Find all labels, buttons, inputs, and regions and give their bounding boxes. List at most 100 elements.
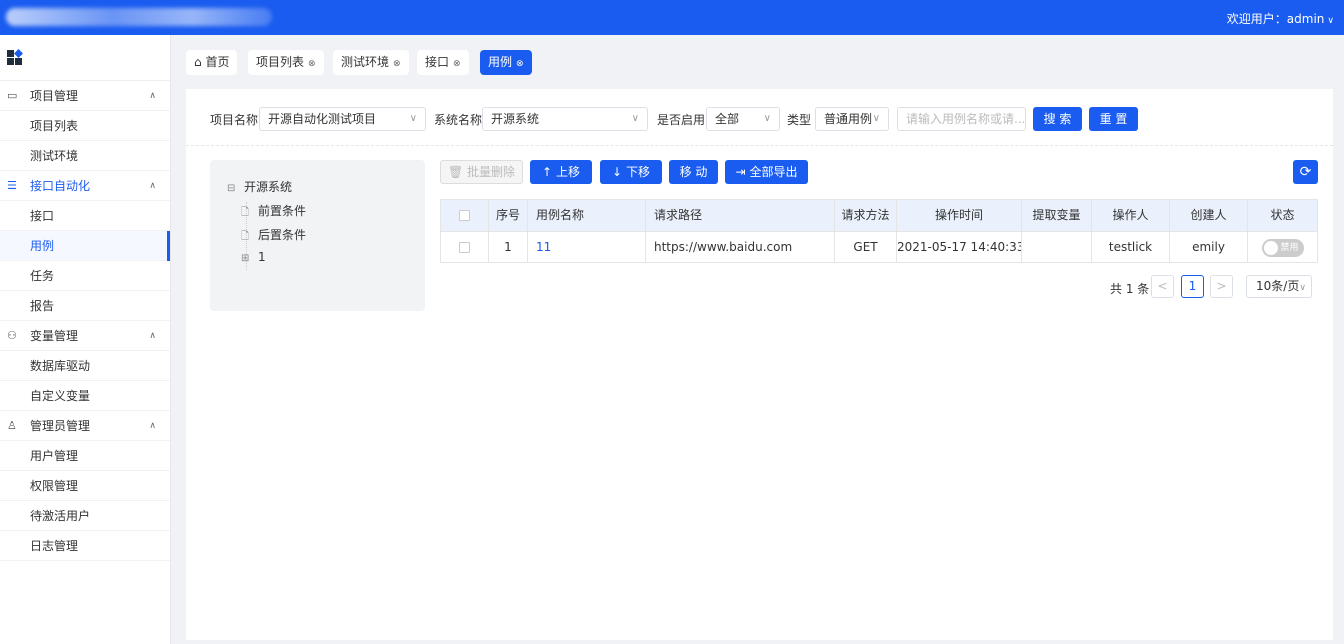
tab-api[interactable]: 接口 ⊗ [417,50,469,75]
export-all-button[interactable]: ⇥ 全部导出 [725,160,808,184]
row-checkbox-cell [441,232,489,262]
sidebar-item-permission[interactable]: 权限管理 [0,471,170,501]
move-up-button[interactable]: ↑ 上移 [530,160,592,184]
sidebar-item-db-driver[interactable]: 数据库驱动 [0,351,170,381]
close-icon[interactable]: ⊗ [393,59,401,69]
sidebar-group-variables[interactable]: ⚇ 变量管理 ∧ [0,321,170,351]
sidebar-item-test-env[interactable]: 测试环境 [0,141,170,171]
close-icon[interactable]: ⊗ [516,59,524,69]
pagination-total: 共 1 条 [1110,282,1150,296]
user-icon: ♙ [7,419,17,432]
chevron-down-icon: ∨ [409,113,417,124]
table-header: 序号 用例名称 请求路径 请求方法 操作时间 提取变量 操作人 创建人 状态 [441,200,1317,231]
type-select[interactable]: 普通用例 ∨ [815,107,889,131]
project-select[interactable]: 开源自动化测试项目 ∨ [259,107,426,131]
cell-index: 1 [489,232,528,262]
next-page-button[interactable]: > [1210,275,1233,298]
sidebar-item-project-list[interactable]: 项目列表 [0,111,170,141]
case-table: 序号 用例名称 请求路径 请求方法 操作时间 提取变量 操作人 创建人 状态 1… [440,199,1318,263]
sidebar-item-task[interactable]: 任务 [0,261,170,291]
header-checkbox-cell [441,200,489,231]
tab-case[interactable]: 用例 ⊗ [480,50,532,75]
tree-node-postcondition[interactable]: 🗋 后置条件 [241,226,306,246]
close-icon[interactable]: ⊗ [453,59,461,69]
page-size-select[interactable]: 10条/页∨ [1246,275,1312,298]
close-icon[interactable]: ⊗ [308,59,316,69]
tree-node-root[interactable]: ⊟ 开源系统 [227,178,292,195]
enabled-label: 是否启用 [657,113,706,127]
search-input[interactable]: 请输入用例名称或请... [897,107,1026,131]
user-label: 欢迎用户：admin [1226,12,1325,26]
batch-delete-button[interactable]: 🗑 批量删除 [440,160,523,184]
sidebar-item-report[interactable]: 报告 [0,291,170,321]
refresh-icon: ⟳ [1299,164,1312,180]
file-icon: 🗋 [241,207,250,218]
system-tree: ⊟ 开源系统 🗋 前置条件 🗋 后置条件 ⊞ 1 [210,160,425,311]
sidebar-item-case[interactable]: 用例 [0,231,170,261]
cell-time: 2021-05-17 14:40:33 [897,232,1022,262]
sidebar-item-user-mgmt[interactable]: 用户管理 [0,441,170,471]
tree-node-precondition[interactable]: 🗋 前置条件 [241,202,306,222]
enabled-select[interactable]: 全部 ∨ [706,107,780,131]
col-path: 请求路径 [646,200,835,231]
brand-logo [6,8,272,26]
sidebar-group-api-automation[interactable]: ☰ 接口自动化 ∧ [0,171,170,201]
cell-creator: emily [1170,232,1248,262]
system-label: 系统名称 [434,113,483,127]
home-icon: ⌂ [194,55,202,69]
table-row: 1 11 https://www.baidu.com GET 2021-05-1… [441,231,1317,262]
chevron-up-icon: ∧ [149,91,156,101]
search-button[interactable]: 搜 索 [1033,107,1082,131]
sidebar: ▭ 项目管理 ∧ 项目列表 测试环境 ☰ 接口自动化 ∧ 接口 用例 任务 报告… [0,35,171,644]
move-button[interactable]: 移 动 [669,160,718,184]
status-toggle[interactable]: 禁用 [1261,238,1304,257]
app-logo [0,35,170,81]
user-menu[interactable]: 欢迎用户：admin ∨ [1227,10,1334,27]
sidebar-item-pending-users[interactable]: 待激活用户 [0,501,170,531]
tab-home[interactable]: ⌂ 首页 [186,50,238,75]
chevron-down-icon: ∨ [872,113,880,124]
chevron-down-icon: ∨ [763,113,771,124]
sidebar-group-project[interactable]: ▭ 项目管理 ∧ [0,81,170,111]
reset-button[interactable]: 重 置 [1089,107,1138,131]
expand-icon[interactable]: ⊞ [241,253,252,264]
refresh-button[interactable]: ⟳ [1293,160,1318,184]
chevron-up-icon: ∧ [149,181,156,191]
sliders-icon: ☰ [7,179,17,192]
system-select[interactable]: 开源系统 ∨ [482,107,648,131]
type-label: 类型 [787,113,812,127]
cell-method: GET [835,232,897,262]
sidebar-item-logs[interactable]: 日志管理 [0,531,170,561]
sidebar-group-admin[interactable]: ♙ 管理员管理 ∧ [0,411,170,441]
trash-icon: 🗑 [447,165,464,179]
prev-page-button[interactable]: < [1151,275,1174,298]
col-creator: 创建人 [1170,200,1248,231]
tab-project-list[interactable]: 项目列表 ⊗ [248,50,324,75]
cell-name-link[interactable]: 11 [528,232,646,262]
move-down-button[interactable]: ↓ 下移 [600,160,662,184]
page-1-button[interactable]: 1 [1181,275,1204,298]
tab-test-env[interactable]: 测试环境 ⊗ [333,50,409,75]
col-status: 状态 [1270,208,1295,222]
chevron-up-icon: ∧ [149,331,156,341]
tree-node-1[interactable]: ⊞ 1 [241,250,266,264]
cell-path: https://www.baidu.com [646,232,835,262]
collapse-icon[interactable]: ⊟ [227,183,238,194]
chevron-up-icon: ∧ [149,421,156,431]
sidebar-item-api[interactable]: 接口 [0,201,170,231]
col-vars: 提取变量 [1022,200,1092,231]
cell-vars [1022,232,1092,262]
file-icon: 🗋 [241,231,250,242]
project-label: 项目名称 [210,113,259,127]
col-name: 用例名称 [528,200,646,231]
select-all-checkbox[interactable] [459,210,470,221]
main-panel: 项目名称 开源自动化测试项目 ∨ 系统名称 开源系统 ∨ 是否启用 全部 ∨ 类型 普… [186,89,1333,640]
chevron-down-icon: ∨ [1299,283,1306,293]
col-method: 请求方法 [835,200,897,231]
col-operator: 操作人 [1092,200,1170,231]
arrow-down-icon: ↓ [612,165,623,179]
sidebar-item-custom-var[interactable]: 自定义变量 [0,381,170,411]
folder-icon: ▭ [7,89,18,102]
col-index: 序号 [489,200,528,231]
row-checkbox[interactable] [459,242,470,253]
